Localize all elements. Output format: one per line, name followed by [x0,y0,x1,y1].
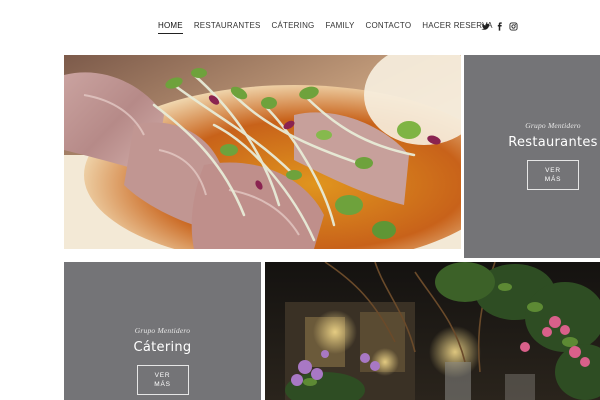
restaurantes-card-content: Grupo Mentidero Restaurantes VER MÁS [491,121,600,190]
facebook-icon[interactable] [495,22,504,31]
ver-mas-line1: VER [545,167,561,174]
nav-item-home[interactable]: HOME [158,20,183,34]
nav-item-contacto[interactable]: CONTACTO [366,20,412,32]
restaurantes-title: Restaurantes [508,135,598,150]
terrace-photo-tile[interactable] [265,262,600,400]
terrace-flowers-image [265,262,600,400]
catering-title: Cátering [133,340,192,355]
main-nav: HOME RESTAURANTES CÁTERING FAMILY CONTAC… [158,20,504,36]
catering-eyebrow: Grupo Mentidero [134,326,191,335]
nav-item-catering[interactable]: CÁTERING [272,20,315,32]
restaurantes-ver-mas-button[interactable]: VER MÁS [527,160,579,190]
catering-card[interactable]: Grupo Mentidero Cátering VER MÁS [64,262,261,400]
ver-mas-line2: MÁS [544,176,562,183]
ver-mas-line1: VER [154,372,171,379]
social-links [481,22,523,31]
ver-mas-line2: MÁS [154,381,171,388]
food-photo-tile[interactable] [64,55,461,249]
catering-ver-mas-button[interactable]: VER MÁS [136,365,189,395]
nav-item-restaurantes[interactable]: RESTAURANTES [194,20,261,32]
catering-card-content: Grupo Mentidero Cátering VER MÁS [64,326,261,395]
instagram-icon[interactable] [509,22,518,31]
restaurantes-card[interactable]: Grupo Mentidero Restaurantes VER MÁS [464,55,600,258]
twitter-icon[interactable] [481,22,490,31]
nav-item-family[interactable]: FAMILY [325,20,354,32]
restaurantes-eyebrow: Grupo Mentidero [525,121,581,130]
tuna-dish-image [64,55,461,249]
